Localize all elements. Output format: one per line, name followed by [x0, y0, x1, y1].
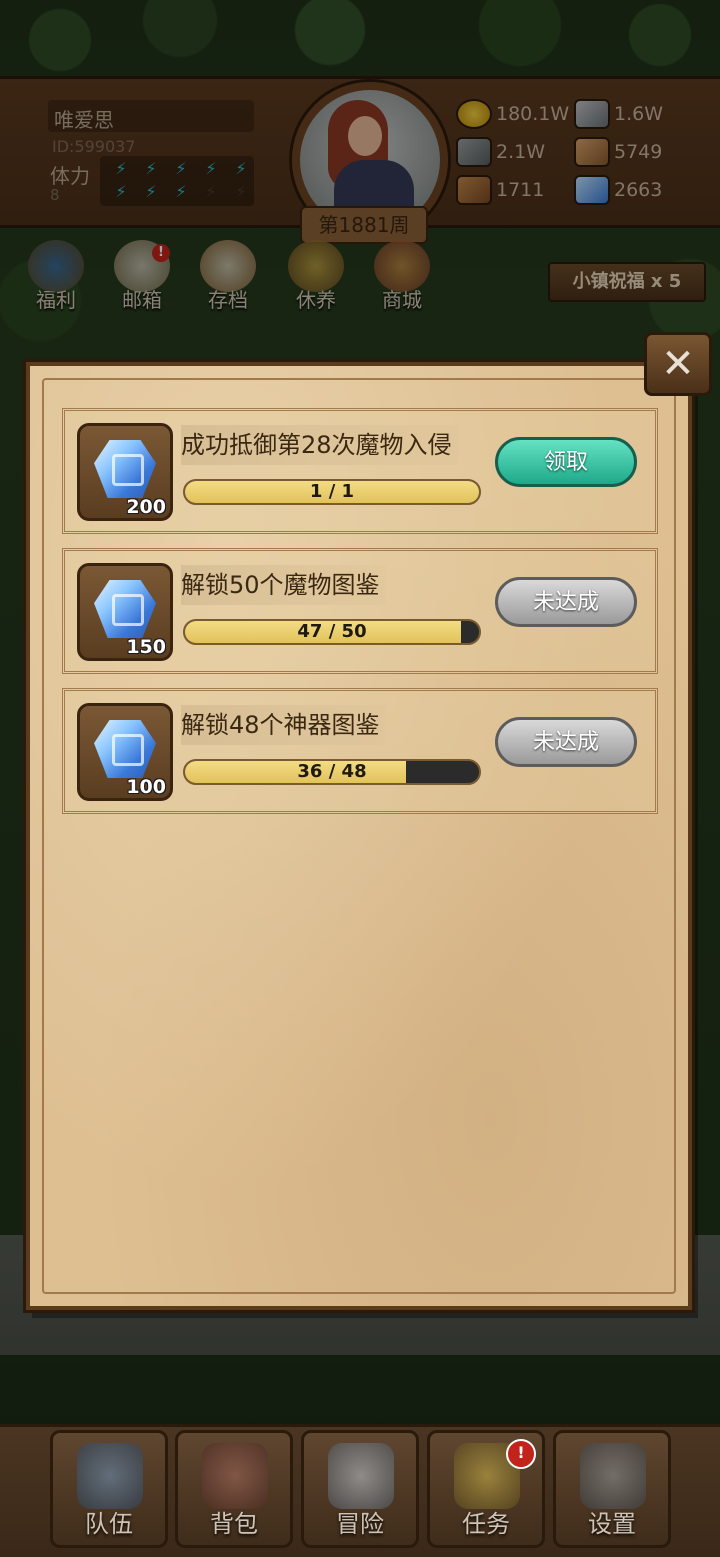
not-achieved-button[interactable]: 未达成: [495, 577, 637, 627]
not-achieved-button[interactable]: 未达成: [495, 717, 637, 767]
task-title: 解锁48个神器图鉴: [181, 705, 386, 745]
gear-icon: [580, 1443, 646, 1509]
nav-adventure[interactable]: 冒险: [301, 1430, 419, 1548]
nav-label: 队伍: [85, 1510, 133, 1538]
nav-label: 设置: [588, 1510, 636, 1538]
task-row: 100 解锁48个神器图鉴 36 / 48 未达成: [62, 688, 658, 814]
claim-button[interactable]: 领取: [495, 437, 637, 487]
progress-text: 47 / 50: [297, 621, 367, 642]
reward-count: 200: [126, 496, 166, 518]
task-title: 成功抵御第28次魔物入侵: [181, 425, 458, 465]
reward-slot: 200: [77, 423, 173, 521]
reward-count: 100: [126, 776, 166, 798]
task-progress-bar: 47 / 50: [183, 619, 481, 645]
close-button[interactable]: ✕: [644, 332, 712, 396]
nav-backpack[interactable]: 背包: [175, 1430, 293, 1548]
task-row: 150 解锁50个魔物图鉴 47 / 50 未达成: [62, 548, 658, 674]
task-title: 解锁50个魔物图鉴: [181, 565, 386, 605]
notification-badge: !: [506, 1439, 536, 1469]
close-x-icon: ✕: [661, 341, 695, 387]
backpack-icon: [202, 1443, 268, 1509]
crystal-gem-icon: [94, 440, 156, 498]
nav-team[interactable]: 队伍: [50, 1430, 168, 1548]
nav-label: 冒险: [336, 1510, 384, 1538]
task-row: 200 成功抵御第28次魔物入侵 1 / 1 领取: [62, 408, 658, 534]
crystal-gem-icon: [94, 580, 156, 638]
task-progress-bar: 1 / 1: [183, 479, 481, 505]
reward-count: 150: [126, 636, 166, 658]
nav-label: 背包: [210, 1510, 258, 1538]
crossed-swords-icon: [328, 1443, 394, 1509]
progress-text: 1 / 1: [309, 481, 355, 502]
crystal-gem-icon: [94, 720, 156, 778]
reward-slot: 150: [77, 563, 173, 661]
progress-text: 36 / 48: [297, 761, 367, 782]
reward-slot: 100: [77, 703, 173, 801]
nav-label: 任务: [462, 1510, 510, 1538]
nav-quest[interactable]: ! 任务: [427, 1430, 545, 1548]
task-progress-bar: 36 / 48: [183, 759, 481, 785]
helmet-icon: [77, 1443, 143, 1509]
nav-settings[interactable]: 设置: [553, 1430, 671, 1548]
